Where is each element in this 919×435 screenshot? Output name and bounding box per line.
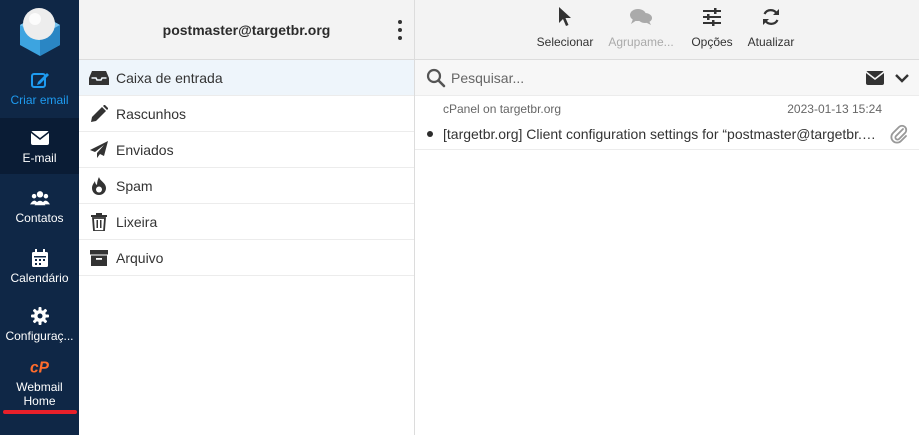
kebab-dot-icon xyxy=(398,20,402,24)
message-row[interactable]: cPanel on targetbr.org 2023-01-13 15:24 … xyxy=(415,96,919,150)
pencil-icon xyxy=(89,104,109,124)
nav-contacts[interactable]: Contatos xyxy=(0,178,79,234)
folder-sent[interactable]: Enviados xyxy=(79,132,414,168)
kebab-dot-icon xyxy=(398,36,402,40)
paperclip-icon xyxy=(890,124,908,144)
cursor-icon xyxy=(554,6,576,28)
logo-icon xyxy=(19,8,60,56)
nav-compose[interactable]: Criar email xyxy=(0,62,79,114)
search-icon[interactable] xyxy=(426,68,446,88)
nav-calendar-label: Calendário xyxy=(10,270,69,285)
nav-email[interactable]: E-mail xyxy=(0,118,79,174)
folder-trash-label: Lixeira xyxy=(116,213,158,230)
refresh-button-label: Atualizar xyxy=(747,35,795,49)
account-menu-button[interactable] xyxy=(394,20,406,40)
paper-plane-icon xyxy=(89,140,109,160)
folder-drafts-label: Rascunhos xyxy=(116,105,187,122)
kebab-dot-icon xyxy=(398,28,402,32)
archive-icon xyxy=(89,248,109,268)
nav-settings-label: Configuraç... xyxy=(5,328,74,343)
folder-drafts[interactable]: Rascunhos xyxy=(79,96,414,132)
nav-rail: Criar email E-mail Contatos Calendário C… xyxy=(0,0,79,435)
contacts-icon xyxy=(29,188,50,208)
nav-settings[interactable]: Configuraç... xyxy=(0,296,79,352)
envelope-icon xyxy=(30,128,50,148)
options-button[interactable]: Opções xyxy=(687,6,737,56)
refresh-icon xyxy=(760,6,782,28)
nav-webmail-home-label: Webmail Home xyxy=(16,379,63,408)
trash-icon xyxy=(89,212,109,232)
active-home-indicator xyxy=(3,410,77,414)
unread-dot-icon xyxy=(427,131,433,137)
search-bar xyxy=(415,60,919,96)
select-button[interactable]: Selecionar xyxy=(535,6,595,56)
chevron-down-icon[interactable] xyxy=(893,69,911,87)
nav-compose-label: Criar email xyxy=(10,92,69,107)
nav-contacts-label: Contatos xyxy=(15,210,64,225)
roundcube-logo[interactable] xyxy=(0,0,79,60)
search-input[interactable] xyxy=(451,68,851,88)
svg-text:cP: cP xyxy=(30,359,50,376)
message-date: 2023-01-13 15:24 xyxy=(787,102,882,116)
message-sender: cPanel on targetbr.org xyxy=(443,102,562,116)
group-button-label: Agrupame... xyxy=(608,35,674,49)
nav-email-label: E-mail xyxy=(22,150,57,165)
account-email: postmaster@targetbr.org xyxy=(162,22,331,38)
calendar-icon xyxy=(30,248,50,268)
folder-trash[interactable]: Lixeira xyxy=(79,204,414,240)
refresh-button[interactable]: Atualizar xyxy=(745,6,797,56)
folder-inbox-label: Caixa de entrada xyxy=(116,69,223,86)
message-toolbar: Selecionar Agrupame... Opções Atualizar xyxy=(415,0,919,60)
gear-icon xyxy=(30,306,50,326)
inbox-icon xyxy=(89,68,109,88)
comments-icon xyxy=(630,6,652,28)
select-button-label: Selecionar xyxy=(536,35,594,49)
folder-spam-label: Spam xyxy=(116,177,153,194)
envelope-filter-icon[interactable] xyxy=(864,69,886,87)
folder-archive-label: Arquivo xyxy=(116,249,164,266)
folder-panel-header: postmaster@targetbr.org xyxy=(79,0,414,60)
fire-icon xyxy=(89,176,109,196)
nav-calendar[interactable]: Calendário xyxy=(0,238,79,294)
folder-sent-label: Enviados xyxy=(116,141,174,158)
sliders-icon xyxy=(701,6,723,28)
group-button[interactable]: Agrupame... xyxy=(605,6,677,56)
options-button-label: Opções xyxy=(691,35,733,49)
folder-panel: postmaster@targetbr.org Caixa de entrada… xyxy=(79,0,415,435)
message-list-panel: Selecionar Agrupame... Opções Atualizar xyxy=(415,0,919,435)
compose-icon xyxy=(30,70,50,90)
folder-archive[interactable]: Arquivo xyxy=(79,240,414,276)
folder-spam[interactable]: Spam xyxy=(79,168,414,204)
folder-inbox[interactable]: Caixa de entrada xyxy=(79,60,414,96)
cpanel-icon: cP xyxy=(30,357,50,377)
message-subject: [targetbr.org] Client configuration sett… xyxy=(443,126,879,142)
nav-webmail-home[interactable]: cP Webmail Home xyxy=(0,355,79,409)
